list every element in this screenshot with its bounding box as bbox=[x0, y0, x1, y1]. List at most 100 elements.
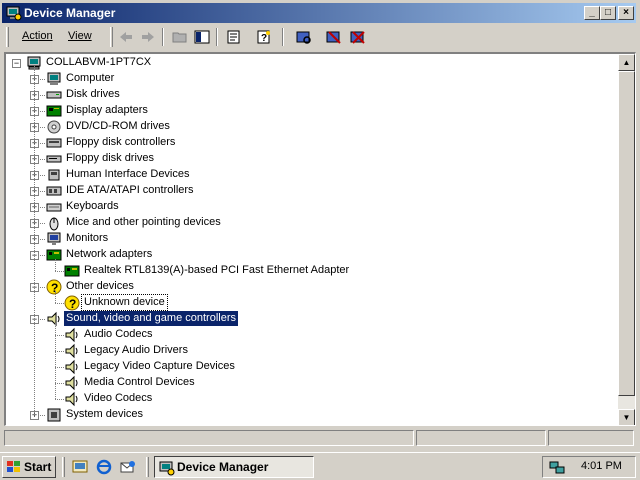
category-label[interactable]: Mice and other pointing devices bbox=[64, 215, 223, 230]
category-label[interactable]: Floppy disk controllers bbox=[64, 135, 177, 150]
device-child-icon bbox=[65, 375, 78, 391]
show-hide-tree-icon[interactable] bbox=[194, 29, 210, 45]
device-label[interactable]: Legacy Audio Drivers bbox=[82, 343, 190, 358]
device-tree[interactable]: − COLLABVM-1PT7CX + Computer + Disk drives +… bbox=[6, 54, 618, 425]
device-manager-icon bbox=[6, 6, 22, 21]
category-label[interactable]: DVD/CD-ROM drives bbox=[64, 119, 172, 134]
disable-device-icon[interactable] bbox=[326, 29, 342, 45]
clock[interactable]: 4:01 PM bbox=[581, 460, 622, 472]
menu-action[interactable]: Action bbox=[22, 30, 53, 42]
back-icon[interactable] bbox=[118, 29, 134, 45]
toolbar-grip-2[interactable] bbox=[110, 27, 113, 47]
task-device-manager[interactable]: Device Manager bbox=[154, 456, 314, 478]
root-collapse-toggle[interactable]: − bbox=[12, 59, 21, 68]
tree-horizontal-line bbox=[55, 351, 64, 352]
scroll-thumb[interactable] bbox=[618, 71, 635, 396]
maximize-button[interactable]: □ bbox=[600, 6, 616, 20]
svg-text:?: ? bbox=[261, 33, 267, 44]
tree-vertical-line bbox=[55, 323, 56, 399]
device-child-icon bbox=[65, 327, 78, 343]
menu-action-label: Action bbox=[22, 30, 53, 42]
status-pane-3 bbox=[548, 430, 634, 446]
start-label: Start bbox=[24, 460, 52, 474]
show-desktop-icon[interactable] bbox=[72, 459, 88, 475]
minimize-icon: _ bbox=[589, 7, 595, 18]
title-bar[interactable]: Device Manager _ □ × bbox=[2, 3, 636, 23]
maximize-icon: □ bbox=[604, 7, 612, 18]
device-child-icon bbox=[65, 359, 78, 375]
unknown-device-icon: ? bbox=[64, 295, 80, 311]
tree-vertical-line bbox=[34, 66, 35, 415]
category-label[interactable]: Monitors bbox=[64, 231, 110, 246]
toolbar-separator-2 bbox=[216, 28, 218, 46]
network-tray-icon[interactable] bbox=[549, 459, 565, 475]
tree-root-label[interactable]: COLLABVM-1PT7CX bbox=[44, 55, 153, 70]
keyboard-icon bbox=[46, 203, 62, 212]
internet-explorer-icon[interactable] bbox=[96, 459, 112, 475]
start-button[interactable]: Start bbox=[2, 456, 56, 478]
device-label[interactable]: Video Codecs bbox=[82, 391, 154, 406]
hid-icon bbox=[48, 169, 60, 181]
network-child-icon bbox=[64, 265, 80, 277]
vertical-scrollbar[interactable]: ▲ ▼ bbox=[618, 54, 635, 425]
help-icon[interactable]: ? bbox=[256, 29, 272, 45]
forward-icon[interactable] bbox=[140, 29, 156, 45]
tasks-grip[interactable] bbox=[146, 457, 149, 477]
scroll-up-icon: ▲ bbox=[622, 58, 631, 67]
category-label[interactable]: Other devices bbox=[64, 279, 136, 294]
device-manager-window: Device Manager _ □ × Action View ? − COL… bbox=[0, 0, 640, 452]
tree-horizontal-line bbox=[55, 303, 64, 304]
svg-text:?: ? bbox=[69, 297, 76, 311]
category-label[interactable]: System devices bbox=[64, 407, 145, 422]
tree-horizontal-line bbox=[55, 335, 64, 336]
network-adapter-icon bbox=[46, 249, 62, 261]
device-child-icon bbox=[65, 343, 78, 359]
tree-vertical-line bbox=[55, 291, 56, 303]
category-label[interactable]: Keyboards bbox=[64, 199, 121, 214]
minimize-button[interactable]: _ bbox=[584, 6, 600, 20]
category-label[interactable]: Floppy disk drives bbox=[64, 151, 156, 166]
category-label[interactable]: IDE ATA/ATAPI controllers bbox=[64, 183, 196, 198]
category-label[interactable]: Disk drives bbox=[64, 87, 122, 102]
scroll-down-icon: ▼ bbox=[622, 413, 631, 422]
question-icon: ? bbox=[46, 279, 62, 295]
up-folder-icon[interactable] bbox=[172, 29, 188, 45]
ide-controller-icon bbox=[46, 186, 62, 196]
device-tree-panel: − COLLABVM-1PT7CX + Computer + Disk drives +… bbox=[4, 52, 636, 426]
toolbar-grip[interactable] bbox=[6, 27, 9, 47]
close-button[interactable]: × bbox=[618, 6, 634, 20]
monitor-icon bbox=[47, 232, 61, 245]
category-label[interactable]: Human Interface Devices bbox=[64, 167, 192, 182]
uninstall-device-icon[interactable] bbox=[350, 29, 366, 45]
device-label[interactable]: Legacy Video Capture Devices bbox=[82, 359, 237, 374]
device-label[interactable]: Audio Codecs bbox=[82, 327, 155, 342]
display-adapter-icon bbox=[46, 105, 62, 117]
device-label[interactable]: Realtek RTL8139(A)-based PCI Fast Ethern… bbox=[82, 263, 351, 278]
speaker-icon bbox=[47, 311, 60, 327]
category-label[interactable]: Computer bbox=[64, 71, 116, 86]
device-label[interactable]: Unknown device bbox=[81, 294, 168, 311]
tree-horizontal-line bbox=[55, 383, 64, 384]
scroll-up-button[interactable]: ▲ bbox=[618, 54, 635, 71]
tree-vertical-line bbox=[55, 259, 56, 271]
category-label[interactable]: Network adapters bbox=[64, 247, 154, 262]
status-bar bbox=[2, 428, 636, 448]
system-device-icon bbox=[47, 408, 61, 422]
device-label[interactable]: Media Control Devices bbox=[82, 375, 197, 390]
menu-view-label: View bbox=[68, 30, 92, 42]
properties-icon[interactable] bbox=[226, 29, 242, 45]
device-child-icon bbox=[65, 391, 78, 407]
scroll-down-button[interactable]: ▼ bbox=[618, 409, 635, 425]
status-pane-1 bbox=[4, 430, 414, 446]
close-icon: × bbox=[623, 7, 629, 18]
scan-hardware-icon[interactable] bbox=[296, 29, 312, 45]
tree-horizontal-line bbox=[55, 367, 64, 368]
toolbar-separator bbox=[162, 28, 164, 46]
category-label[interactable]: Sound, video and game controllers bbox=[64, 311, 238, 326]
quicklaunch-grip[interactable] bbox=[62, 457, 65, 477]
category-label[interactable]: Display adapters bbox=[64, 103, 150, 118]
outlook-express-icon[interactable] bbox=[120, 459, 136, 475]
menu-view[interactable]: View bbox=[68, 30, 92, 42]
task-label: Device Manager bbox=[177, 460, 269, 474]
tree-horizontal-line bbox=[55, 399, 64, 400]
